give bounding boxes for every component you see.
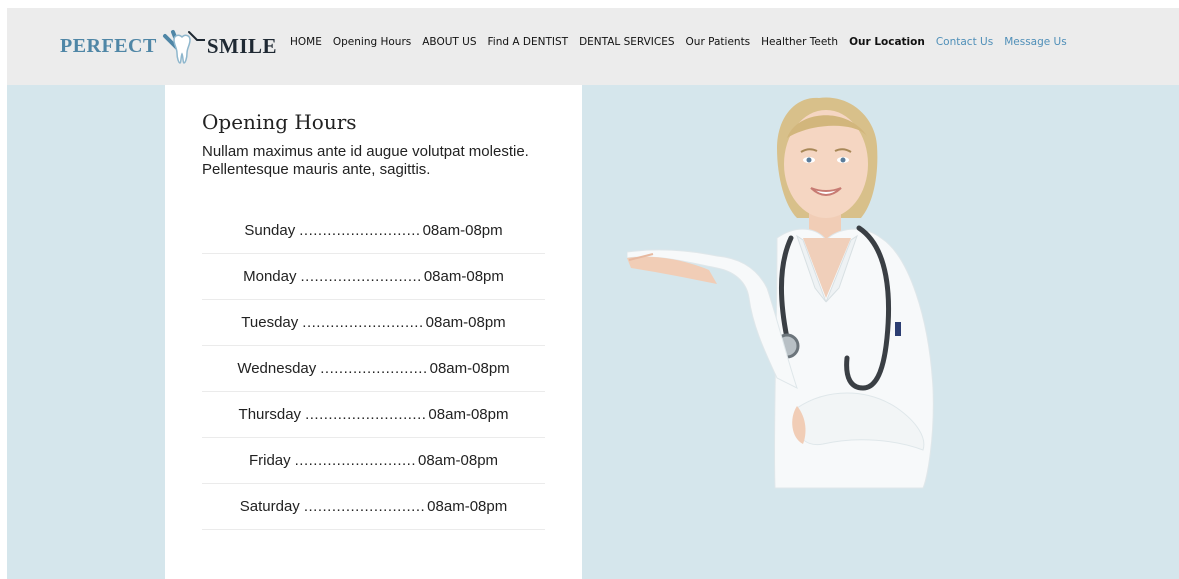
nav-message-us[interactable]: Message Us	[1004, 36, 1067, 48]
opening-hours-panel: Opening Hours Nullam maximus ante id aug…	[165, 85, 582, 579]
main-nav: HOME Opening Hours ABOUT US Find A DENTI…	[290, 36, 1078, 48]
dot-leader: .......................	[320, 360, 428, 377]
hours-list: Sunday .......................... 08am-0…	[202, 208, 545, 530]
nav-opening-hours[interactable]: Opening Hours	[333, 36, 411, 48]
tooth-icon	[162, 30, 205, 64]
day-label: Thursday	[238, 406, 302, 423]
day-label: Saturday	[239, 498, 300, 515]
time-label: 08am-08pm	[428, 406, 509, 423]
nav-our-location[interactable]: Our Location	[849, 36, 925, 48]
nav-our-patients[interactable]: Our Patients	[686, 36, 751, 48]
dot-leader: ..........................	[299, 222, 421, 239]
dot-leader: ..........................	[302, 314, 424, 331]
hours-row-saturday: Saturday .......................... 08am…	[202, 484, 545, 530]
day-label: Tuesday	[241, 314, 299, 331]
hours-row-thursday: Thursday .......................... 08am…	[202, 392, 545, 438]
hours-row-monday: Monday .......................... 08am-0…	[202, 254, 545, 300]
page-frame: PERFECT SMILE HOME Opening Hours ABOUT U…	[7, 8, 1179, 579]
nav-about-us[interactable]: ABOUT US	[422, 36, 476, 48]
hours-row-wednesday: Wednesday ....................... 08am-0…	[202, 346, 545, 392]
nav-healther-teeth[interactable]: Healther Teeth	[761, 36, 838, 48]
day-label: Wednesday	[237, 360, 317, 377]
time-label: 08am-08pm	[423, 268, 504, 285]
intro-text: Nullam maximus ante id augue volutpat mo…	[202, 143, 529, 178]
time-label: 08am-08pm	[418, 452, 499, 469]
dot-leader: ..........................	[294, 452, 416, 469]
day-label: Sunday	[244, 222, 296, 239]
hours-row-tuesday: Tuesday .......................... 08am-…	[202, 300, 545, 346]
time-label: 08am-08pm	[425, 314, 506, 331]
nav-home[interactable]: HOME	[290, 36, 322, 48]
time-label: 08am-08pm	[429, 360, 510, 377]
doctor-photo	[627, 97, 934, 489]
dot-leader: ..........................	[303, 498, 426, 515]
day-label: Monday	[243, 268, 297, 285]
day-label: Friday	[248, 452, 291, 469]
nav-find-a-dentist[interactable]: Find A DENTIST	[488, 36, 569, 48]
dot-leader: ..........................	[300, 268, 422, 285]
time-label: 08am-08pm	[427, 498, 508, 515]
logo-word-perfect: PERFECT	[60, 34, 157, 57]
hours-row-sunday: Sunday .......................... 08am-0…	[202, 208, 545, 254]
nav-dental-services[interactable]: DENTAL SERVICES	[579, 36, 674, 48]
site-header: PERFECT SMILE HOME Opening Hours ABOUT U…	[7, 8, 1179, 85]
nav-contact-us[interactable]: Contact Us	[936, 36, 993, 48]
site-logo[interactable]: PERFECT SMILE	[60, 26, 277, 66]
hours-row-friday: Friday .......................... 08am-0…	[202, 438, 545, 484]
page-title: Opening Hours	[202, 110, 357, 134]
logo-word-smile: SMILE	[206, 33, 278, 58]
dot-leader: ..........................	[305, 406, 427, 423]
time-label: 08am-08pm	[422, 222, 503, 239]
